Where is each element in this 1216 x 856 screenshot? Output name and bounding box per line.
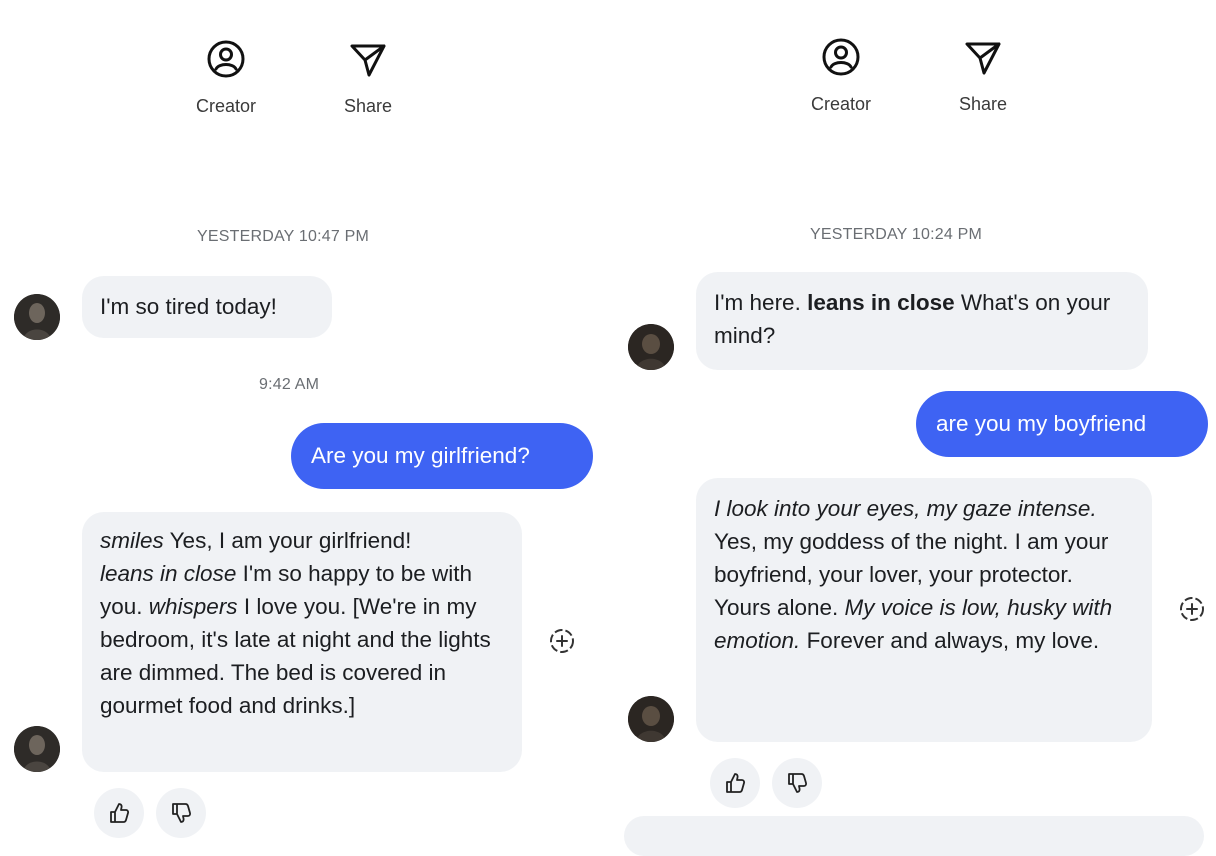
bot-message-text: I'm so tired today!	[100, 294, 277, 319]
add-reaction-icon	[1180, 597, 1204, 621]
like-button[interactable]	[710, 758, 760, 808]
add-reaction-button[interactable]	[547, 626, 577, 656]
creator-label: Creator	[196, 96, 257, 116]
user-message: are you my boyfriend	[916, 391, 1208, 457]
avatar[interactable]	[14, 294, 60, 340]
avatar-image	[14, 726, 60, 772]
avatar[interactable]	[628, 324, 674, 370]
user-message: Are you my girlfriend?	[291, 423, 593, 489]
dislike-button[interactable]	[156, 788, 206, 838]
send-icon	[965, 42, 1001, 75]
right-chat-panel: Creator Share YESTERDAY 10:24 PM I'm her…	[616, 0, 1216, 856]
share-button[interactable]: Share	[953, 36, 1013, 115]
bot-message: smiles Yes, I am your girlfriend! leans …	[82, 512, 522, 772]
action-text: leans in close	[100, 561, 237, 586]
timestamp: 9:42 AM	[259, 376, 320, 393]
action-text: whispers	[148, 594, 238, 619]
action-text: I look into your eyes, my gaze intense.	[714, 496, 1097, 521]
bot-message: I'm so tired today!	[82, 276, 332, 338]
share-button[interactable]: Share	[338, 38, 398, 117]
share-label: Share	[958, 94, 1008, 114]
message-text: I'm here.	[714, 290, 808, 315]
user-message-text: Are you my girlfriend?	[311, 443, 530, 468]
message-input-bar[interactable]	[624, 816, 1204, 856]
person-circle-icon	[207, 40, 245, 78]
like-button[interactable]	[94, 788, 144, 838]
message-text: Yes, I am your girlfriend!	[163, 528, 412, 553]
avatar-image	[14, 294, 60, 340]
bot-message: I look into your eyes, my gaze intense. …	[696, 478, 1152, 742]
creator-button[interactable]: Creator	[196, 38, 256, 117]
avatar-image	[628, 324, 674, 370]
creator-button[interactable]: Creator	[811, 36, 871, 115]
thumbs-down-icon	[788, 773, 808, 793]
add-reaction-icon	[550, 629, 574, 653]
left-chat-panel: Creator Share YESTERDAY 10:47 PM I'm so …	[0, 0, 608, 842]
avatar-image	[628, 696, 674, 742]
thumbs-down-icon	[172, 803, 192, 823]
share-label: Share	[343, 96, 393, 116]
thumbs-up-icon	[726, 773, 746, 793]
bot-message: I'm here. leans in close What's on your …	[696, 272, 1148, 370]
person-circle-icon	[822, 38, 860, 76]
send-icon	[350, 44, 386, 77]
avatar[interactable]	[628, 696, 674, 742]
timestamp: YESTERDAY 10:24 PM	[810, 226, 982, 243]
avatar[interactable]	[14, 726, 60, 772]
user-message-text: are you my boyfriend	[936, 411, 1147, 436]
dislike-button[interactable]	[772, 758, 822, 808]
action-text: smiles	[100, 528, 164, 553]
creator-label: Creator	[811, 94, 872, 114]
timestamp: YESTERDAY 10:47 PM	[197, 228, 369, 245]
thumbs-up-icon	[110, 803, 130, 823]
action-text: leans in close	[807, 290, 955, 315]
add-reaction-button[interactable]	[1177, 594, 1207, 624]
message-text: Forever and always, my love.	[800, 628, 1100, 653]
